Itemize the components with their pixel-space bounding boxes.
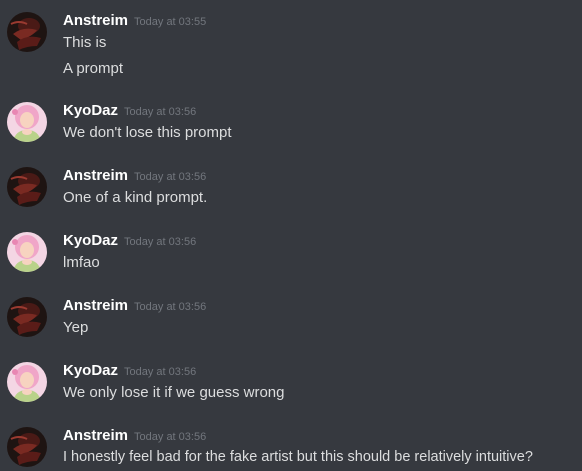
message-author[interactable]: KyoDaz Today at 03:56	[63, 232, 196, 249]
message-timestamp: Today at 03:55	[134, 16, 207, 28]
author-name[interactable]: Anstreim	[63, 12, 128, 29]
message-author[interactable]: Anstreim Today at 03:56	[63, 297, 206, 314]
pink-hair-girl-avatar-icon	[7, 362, 47, 402]
pink-hair-girl-avatar-icon	[7, 232, 47, 272]
message-author[interactable]: KyoDaz Today at 03:56	[63, 362, 196, 379]
message-text: One of a kind prompt.	[63, 189, 208, 206]
pink-hair-girl-avatar-icon	[7, 102, 47, 142]
message-text: This is	[63, 34, 107, 51]
avatar-anstreim[interactable]	[7, 12, 47, 52]
message-timestamp: Today at 03:56	[134, 301, 207, 313]
message-text: I honestly feel bad for the fake artist …	[63, 449, 533, 465]
dark-red-figure-avatar-icon	[7, 297, 47, 337]
message-timestamp: Today at 03:56	[134, 171, 207, 183]
dark-red-figure-avatar-icon	[7, 427, 47, 467]
author-name[interactable]: Anstreim	[63, 167, 128, 184]
message-text: A prompt	[63, 60, 124, 77]
chat-messages: Anstreim Today at 03:55 This is A prompt …	[0, 0, 582, 471]
avatar-kyodaz[interactable]	[7, 232, 47, 272]
message-timestamp: Today at 03:56	[134, 431, 207, 443]
message-text: Yep	[63, 319, 89, 336]
avatar-anstreim[interactable]	[7, 167, 47, 207]
dark-red-figure-avatar-icon	[7, 167, 47, 207]
author-name[interactable]: KyoDaz	[63, 362, 118, 379]
message-text: We don't lose this prompt	[63, 124, 232, 141]
message-text: lmfao	[63, 254, 100, 271]
author-name[interactable]: KyoDaz	[63, 102, 118, 119]
message-author[interactable]: Anstreim Today at 03:56	[63, 427, 206, 444]
message-timestamp: Today at 03:56	[124, 236, 197, 248]
author-name[interactable]: Anstreim	[63, 427, 128, 444]
avatar-kyodaz[interactable]	[7, 102, 47, 142]
message-author[interactable]: Anstreim Today at 03:56	[63, 167, 206, 184]
message-author[interactable]: Anstreim Today at 03:55	[63, 12, 206, 29]
message-text: We only lose it if we guess wrong	[63, 384, 285, 401]
avatar-anstreim[interactable]	[7, 297, 47, 337]
message-author[interactable]: KyoDaz Today at 03:56	[63, 102, 196, 119]
author-name[interactable]: KyoDaz	[63, 232, 118, 249]
avatar-anstreim[interactable]	[7, 427, 47, 467]
message-timestamp: Today at 03:56	[124, 366, 197, 378]
author-name[interactable]: Anstreim	[63, 297, 128, 314]
dark-red-figure-avatar-icon	[7, 12, 47, 52]
message-timestamp: Today at 03:56	[124, 106, 197, 118]
avatar-kyodaz[interactable]	[7, 362, 47, 402]
